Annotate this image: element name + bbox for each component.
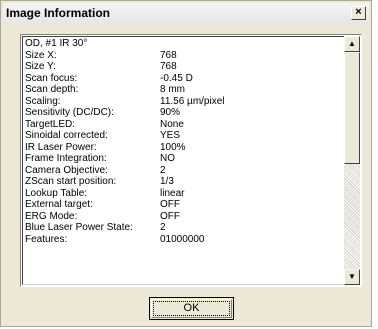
info-row-value: None [160,118,184,130]
scroll-thumb[interactable] [344,52,360,164]
info-row-value: 768 [160,49,177,61]
close-button[interactable]: × [351,6,366,20]
info-row-value: 2 [160,222,166,233]
close-icon: × [355,6,362,18]
info-row: Lookup Table: linear [25,188,337,200]
info-row-label: Scaling: [25,95,61,107]
info-row-value: NO [160,153,175,164]
arrow-up-icon: ▲ [348,39,356,48]
ok-button[interactable]: OK [149,297,234,320]
info-row-label: ERG Mode: [25,210,78,222]
info-row-value: 100% [160,141,186,153]
info-row-label: External target: [25,199,93,210]
info-row-value: OFF [160,199,180,210]
ok-button-label: OK [183,302,200,314]
info-row: TargetLED: None [25,119,337,131]
scroll-down-button[interactable]: ▼ [344,269,360,285]
title-bar[interactable]: Image Information × [3,3,369,24]
info-row: Blue Laser Power State: 2 [25,222,337,234]
info-row-label: IR Laser Power: [25,141,97,153]
info-list-frame: OD, #1 IR 30° Size X: 768 Size Y: 768 Scan f… [20,34,362,287]
info-row-label: Size X: [25,49,57,61]
arrow-down-icon: ▼ [348,272,356,281]
scroll-track[interactable] [344,164,360,270]
info-row-value: OFF [160,210,180,222]
info-row-label: Blue Laser Power State: [25,222,133,233]
info-row: ZScan start position: 1/3 [25,176,337,188]
info-row-value: -0.45 D [160,72,193,84]
info-row-label: TargetLED: [25,118,76,130]
info-row: External target: OFF [25,199,337,211]
info-row-value: 2 [160,164,166,176]
image-information-dialog: Image Information × OD, #1 IR 30° Size X… [0,0,372,327]
info-row-label: Camera Objective: [25,164,108,176]
info-row-value: YES [160,130,181,141]
info-row: Camera Objective: 2 [25,165,337,177]
info-row-label: Size Y: [25,61,56,72]
info-row: Frame Integration: NO [25,153,337,165]
info-row: Scan depth: 8 mm [25,84,337,96]
info-row: Size X: 768 [25,50,337,62]
dialog-title: Image Information [6,6,111,20]
info-row: Size Y: 768 [25,61,337,73]
info-row: Scan focus: -0.45 D [25,73,337,85]
info-row-value: 01000000 [160,233,205,245]
info-row-value: 90% [160,107,181,118]
info-row-value: 768 [160,61,177,72]
info-row-label: ZScan start position: [25,176,117,187]
info-row-value: 8 mm [160,84,185,95]
info-row-value: 1/3 [160,176,174,187]
info-row: Sinoidal corrected: YES [25,130,337,142]
info-row: Sensitivity (DC/DC): 90% [25,107,337,119]
info-row: ERG Mode: OFF [25,211,337,223]
info-row-label: Sinoidal corrected: [25,130,108,141]
info-row-label: Scan focus: [25,72,78,84]
info-row-value: linear [160,187,185,199]
info-row: Features: 01000000 [25,234,337,246]
info-row-label: Scan depth: [25,84,79,95]
info-row: IR Laser Power: 100% [25,142,337,154]
vertical-scrollbar[interactable]: ▲ ▼ [344,36,360,285]
info-row-value: 11.56 µm/pixel [160,95,225,107]
info-row-label: Features: [25,233,68,245]
info-row: Scaling: 11.56 µm/pixel [25,96,337,108]
info-row-label: Frame Integration: [25,153,107,164]
scroll-up-button[interactable]: ▲ [344,36,360,52]
image-header-line: OD, #1 IR 30° [25,38,88,49]
info-row-label: Sensitivity (DC/DC): [25,107,114,118]
info-row-label: Lookup Table: [25,187,88,199]
info-list: OD, #1 IR 30° Size X: 768 Size Y: 768 Scan f… [25,38,337,282]
